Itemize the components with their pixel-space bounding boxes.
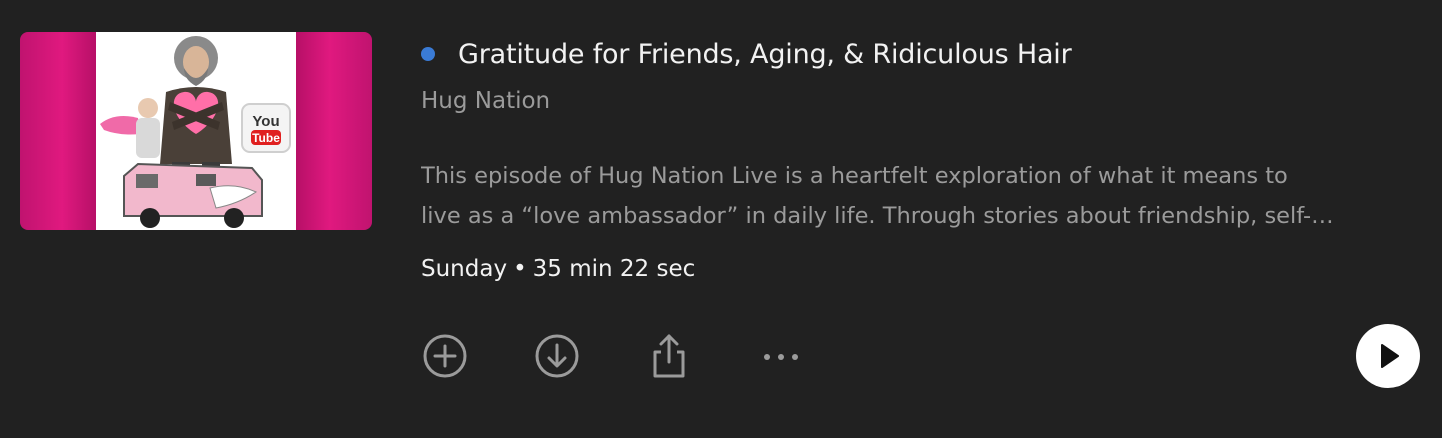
more-options-button[interactable] [755, 330, 807, 382]
more-horizontal-icon [764, 354, 798, 360]
show-name-link[interactable]: Hug Nation [421, 88, 550, 114]
share-icon [653, 334, 685, 378]
artwork-illustration: You Tube [96, 32, 296, 230]
add-to-library-button[interactable] [419, 330, 471, 382]
download-circle-icon [535, 334, 579, 378]
share-button[interactable] [643, 330, 695, 382]
description-line: live as a “love ambassador” in daily lif… [421, 203, 1334, 229]
download-button[interactable] [531, 330, 583, 382]
play-button[interactable] [1356, 324, 1420, 388]
episode-actions [419, 330, 867, 382]
plus-circle-icon [423, 334, 467, 378]
description-line: This episode of Hug Nation Live is a hea… [421, 163, 1288, 189]
episode-row[interactable]: You Tube Gratitude for Friends, Aging, &… [0, 0, 1442, 438]
episode-description[interactable]: This episode of Hug Nation Live is a hea… [421, 156, 1416, 236]
youtube-badge-top: You [252, 113, 279, 130]
episode-duration: 35 min 22 sec [532, 256, 696, 282]
release-day: Sunday [421, 256, 508, 282]
episode-artwork[interactable]: You Tube [20, 32, 372, 230]
episode-title-row: Gratitude for Friends, Aging, & Ridiculo… [421, 34, 1072, 74]
play-icon [1381, 344, 1399, 368]
youtube-badge-bottom: Tube [252, 131, 280, 145]
episode-title[interactable]: Gratitude for Friends, Aging, & Ridiculo… [458, 39, 1072, 70]
meta-separator: • [513, 256, 527, 282]
episode-meta: Sunday • 35 min 22 sec [421, 256, 695, 282]
unplayed-indicator [421, 47, 435, 61]
